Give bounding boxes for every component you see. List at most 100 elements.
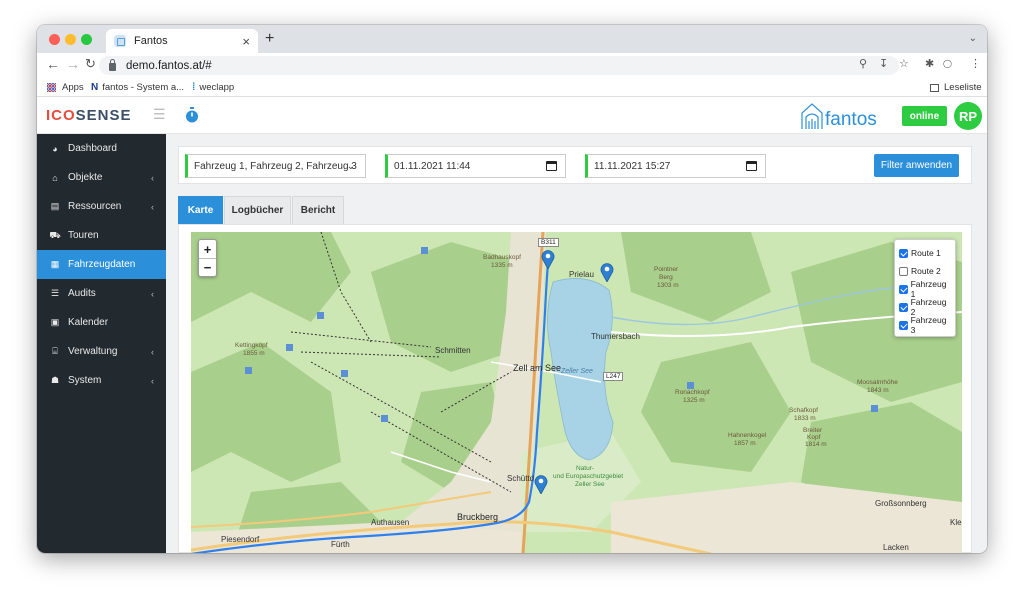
tab-bericht[interactable]: Bericht: [292, 196, 344, 224]
back-arrow-icon[interactable]: ←: [46, 56, 60, 72]
calendar-icon[interactable]: [746, 161, 757, 171]
date-from-field[interactable]: 01.11.2021 11:44: [385, 154, 566, 178]
maximize-window-button[interactable]: [81, 34, 92, 45]
url-input[interactable]: demo.fantos.at/#: [99, 56, 899, 75]
map-label: Badhauskopf: [483, 254, 521, 261]
forward-arrow-icon[interactable]: →: [66, 56, 80, 72]
layer-checkbox[interactable]: [899, 320, 908, 330]
car-icon: ⛟: [49, 229, 61, 240]
map-view[interactable]: Badhauskopf 1335 m B311 Prielau Pointner…: [191, 232, 962, 553]
map-label: Zell am See: [513, 363, 562, 373]
layer-toggle-fahrzeug-1[interactable]: Fahrzeug 1: [899, 279, 951, 299]
bookmark-star-icon[interactable]: ☆: [899, 57, 909, 70]
sidebar-item-fahrzeugdaten[interactable]: ▦ Fahrzeugdaten: [37, 250, 166, 279]
bookmarks-bar: Apps N fantos - System a... ⁞ weclapp Le…: [37, 77, 987, 97]
zoom-in-button[interactable]: +: [199, 240, 216, 258]
weclapp-logo-icon: ⁞: [192, 82, 196, 93]
map-label: Authausen: [371, 518, 410, 527]
hut-icon: [381, 415, 388, 422]
reload-icon[interactable]: ↻: [85, 56, 96, 72]
new-tab-button[interactable]: +: [265, 30, 274, 48]
date-to-field[interactable]: 11.11.2021 15:27: [585, 154, 766, 178]
chevron-left-icon: ‹: [151, 288, 154, 299]
tab-title: Fantos: [134, 35, 168, 47]
reading-list-label: Leseliste: [944, 82, 982, 93]
layer-checkbox[interactable]: [899, 284, 908, 294]
browser-tab[interactable]: Fantos ×: [106, 29, 258, 53]
layer-checkbox[interactable]: [899, 266, 908, 276]
map-tiles: [191, 232, 962, 553]
key-icon[interactable]: ⚲: [859, 57, 867, 70]
tab-logbuecher[interactable]: Logbücher: [224, 196, 291, 224]
map-label: Thumersbach: [591, 332, 640, 341]
vehicle-marker-icon[interactable]: [600, 262, 614, 282]
date-from-value: 01.11.2021 11:44: [394, 160, 471, 172]
layer-toggle-route-1[interactable]: Route 1: [899, 244, 951, 262]
map-label: 1325 m: [683, 397, 705, 404]
list-icon: ☰: [50, 288, 60, 298]
map-label: Schüttd: [507, 474, 535, 483]
apply-filter-button[interactable]: Filter anwenden: [874, 154, 959, 177]
sidebar-item-objekte[interactable]: ⌂ Objekte ‹: [37, 163, 166, 192]
brand-name: fantos: [825, 109, 877, 130]
road-badge: B311: [538, 238, 559, 247]
sidebar-item-label: Dashboard: [68, 143, 117, 154]
sidebar-item-label: Verwaltung: [68, 346, 118, 357]
layer-toggle-route-2[interactable]: Route 2: [899, 262, 951, 280]
sidebar-item-system[interactable]: ☗ System ‹: [37, 366, 166, 395]
vehicle-select[interactable]: Fahrzeug 1, Fahrzeug 2, Fahrzeug 3 ⌄: [185, 154, 366, 178]
vehicle-marker-icon[interactable]: [534, 474, 548, 494]
map-label: Ronachkopf: [675, 389, 710, 396]
close-window-button[interactable]: [49, 34, 60, 45]
sidebar-item-dashboard[interactable]: ◕ Dashboard: [37, 134, 166, 163]
layer-label: Route 2: [911, 266, 941, 276]
install-icon[interactable]: ↧: [879, 57, 888, 70]
status-badge[interactable]: online: [902, 106, 947, 126]
fantos-brand-logo: fantos: [801, 103, 877, 130]
reading-list-button[interactable]: Leseliste: [930, 82, 982, 93]
zoom-control: + −: [198, 239, 217, 277]
layer-toggle-fahrzeug-3[interactable]: Fahrzeug 3: [899, 315, 951, 335]
vehicle-marker-icon[interactable]: [541, 249, 555, 269]
bookmark-label: weclapp: [199, 82, 235, 93]
icosense-logo[interactable]: ICOSENSE: [46, 107, 132, 124]
bookmark-fantos[interactable]: N fantos - System a...: [91, 82, 184, 93]
tab-close-icon[interactable]: ×: [242, 34, 250, 49]
tab-karte[interactable]: Karte: [178, 196, 223, 224]
layer-checkbox[interactable]: [899, 302, 908, 312]
bookmark-apps[interactable]: Apps: [47, 82, 84, 93]
sidebar-item-kalender[interactable]: ▣ Kalender: [37, 308, 166, 337]
sidebar-item-label: Ressourcen: [68, 201, 122, 212]
minimize-window-button[interactable]: [65, 34, 76, 45]
map-label: 1857 m: [734, 440, 756, 447]
avatar[interactable]: RP: [954, 102, 982, 130]
hut-icon: [421, 247, 428, 254]
map-label: Pointner: [654, 266, 679, 273]
sidebar-item-label: Objekte: [68, 172, 103, 183]
filter-bar: Fahrzeug 1, Fahrzeug 2, Fahrzeug 3 ⌄ 01.…: [178, 146, 972, 184]
calendar-icon[interactable]: [546, 161, 557, 171]
sidebar-item-touren[interactable]: ⛟ Touren: [37, 221, 166, 250]
menu-toggle-icon[interactable]: ☰: [153, 106, 166, 123]
map-label: Schmitten: [435, 346, 471, 355]
map-label: Prielau: [569, 270, 594, 279]
stopwatch-icon[interactable]: [185, 107, 199, 123]
sidebar-item-audits[interactable]: ☰ Audits ‹: [37, 279, 166, 308]
layer-toggle-fahrzeug-2[interactable]: Fahrzeug 2: [899, 297, 951, 317]
tab-search-chevron-icon[interactable]: ⌄: [969, 33, 977, 44]
layer-checkbox[interactable]: [899, 248, 908, 258]
logo-prefix: ICO: [46, 107, 76, 124]
sidebar-item-ressourcen[interactable]: ▤ Ressourcen ‹: [37, 192, 166, 221]
sidebar-item-verwaltung[interactable]: ⌸ Verwaltung ‹: [37, 337, 166, 366]
profile-icon[interactable]: ◯: [943, 59, 952, 68]
bookmark-weclapp[interactable]: ⁞ weclapp: [192, 82, 234, 93]
map-label: Zeller See: [575, 481, 605, 488]
extensions-puzzle-icon[interactable]: ✱: [925, 57, 934, 70]
bookmark-label: fantos - System a...: [102, 82, 185, 93]
map-label: Großsonnberg: [875, 499, 927, 508]
browser-tab-bar: Fantos × + ⌄: [37, 25, 987, 53]
zoom-out-button[interactable]: −: [199, 258, 216, 276]
layer-control: Route 1 Route 2 Fahrzeug 1 Fahrzeug 2 Fahrze…: [894, 239, 956, 337]
browser-menu-icon[interactable]: ⋮: [970, 57, 981, 70]
map-label: Moosalmhöhe: [857, 379, 898, 386]
